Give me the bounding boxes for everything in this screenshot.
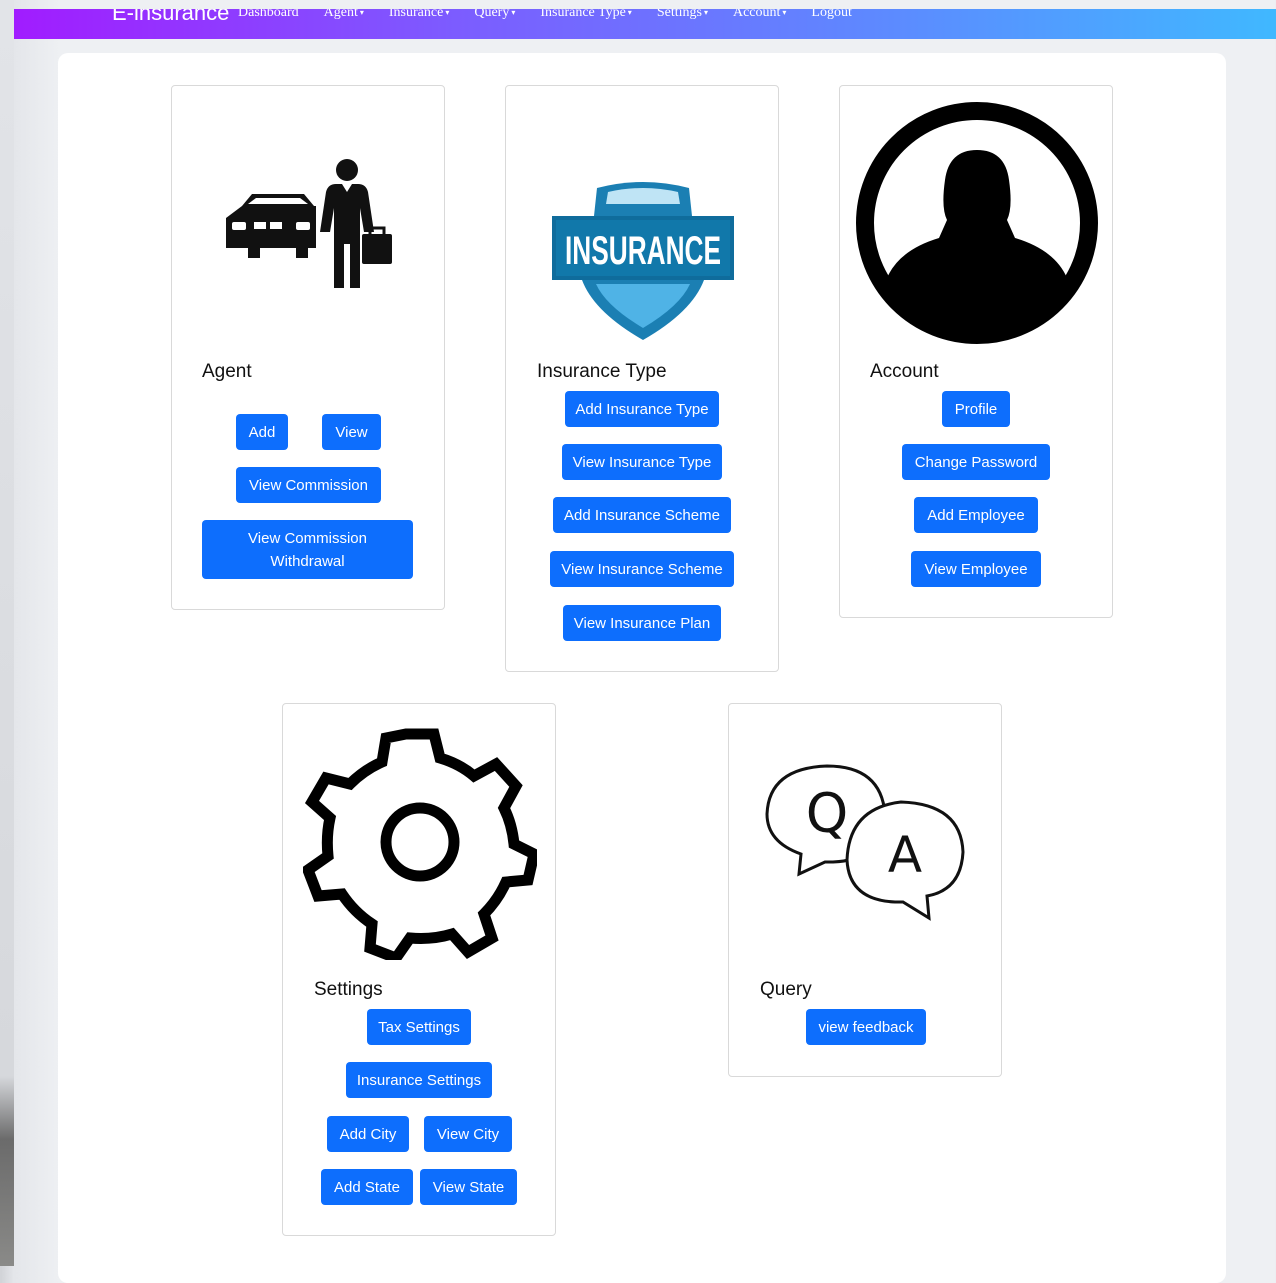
nav-query[interactable]: Query ▾: [474, 9, 515, 23]
view-commission-withdrawal-line1: View Commission: [248, 529, 367, 547]
user-avatar-icon: [856, 102, 1098, 344]
brand-logo[interactable]: E-insurance: [112, 9, 229, 26]
nav-account[interactable]: Account ▾: [733, 9, 786, 23]
nav-logout[interactable]: Logout: [811, 9, 851, 23]
add-insurance-type-button[interactable]: Add Insurance Type: [565, 391, 719, 427]
chevron-down-icon: ▾: [359, 9, 364, 17]
nav-settings[interactable]: Settings ▾: [657, 9, 708, 23]
settings-card: Settings Tax Settings Insurance Settings…: [282, 703, 556, 1236]
insurance-type-title: Insurance Type: [537, 361, 667, 382]
top-navbar: E-insurance Dashboard Agent ▾ Insurance ▾ …: [14, 9, 1276, 39]
insurance-logo-text: INSURANCE: [565, 229, 721, 273]
chevron-down-icon: ▾: [445, 9, 450, 17]
view-feedback-button[interactable]: view feedback: [806, 1009, 926, 1045]
chevron-down-icon: ▾: [703, 9, 708, 17]
view-insurance-type-button[interactable]: View Insurance Type: [562, 444, 722, 480]
account-card: Account Profile Change Password Add Empl…: [839, 85, 1113, 618]
settings-title: Settings: [314, 979, 383, 1000]
nav-insurance-type[interactable]: Insurance Type ▾: [540, 9, 631, 23]
profile-button[interactable]: Profile: [942, 391, 1010, 427]
view-insurance-plan-button[interactable]: View Insurance Plan: [563, 605, 721, 641]
agent-view-button[interactable]: View: [322, 414, 381, 450]
view-city-button[interactable]: View City: [424, 1116, 512, 1152]
agent-add-button[interactable]: Add: [236, 414, 288, 450]
insurance-shield-icon: INSURANCE: [552, 182, 734, 340]
nav-agent[interactable]: Agent ▾: [324, 9, 364, 23]
bubble-q-letter: Q: [806, 782, 849, 845]
chevron-down-icon: ▾: [511, 9, 516, 17]
gear-icon: [303, 728, 537, 960]
bubble-a-letter: A: [888, 826, 922, 884]
account-title: Account: [870, 361, 939, 382]
view-commission-withdrawal-button[interactable]: View Commission Withdrawal: [202, 520, 413, 579]
chevron-down-icon: ▾: [627, 9, 632, 17]
insurance-settings-button[interactable]: Insurance Settings: [346, 1062, 492, 1098]
add-employee-button[interactable]: Add Employee: [914, 497, 1038, 533]
insurance-type-card: INSURANCE Insurance Type Add Insurance T…: [505, 85, 779, 672]
car-and-businessman-icon: [226, 159, 392, 288]
view-insurance-scheme-button[interactable]: View Insurance Scheme: [550, 551, 734, 587]
nav-insurance[interactable]: Insurance ▾: [389, 9, 449, 23]
agent-title: Agent: [202, 361, 252, 382]
view-commission-button[interactable]: View Commission: [236, 467, 381, 503]
view-state-button[interactable]: View State: [420, 1169, 517, 1205]
background-edge: [0, 0, 14, 1266]
query-card: Q A Query view feedback: [728, 703, 1002, 1077]
chevron-down-icon: ▾: [782, 9, 787, 17]
add-city-button[interactable]: Add City: [327, 1116, 409, 1152]
view-employee-button[interactable]: View Employee: [911, 551, 1041, 587]
query-title: Query: [760, 979, 812, 1000]
tax-settings-button[interactable]: Tax Settings: [367, 1009, 471, 1045]
nav-menu: Dashboard Agent ▾ Insurance ▾ Query ▾ Insur…: [238, 9, 877, 23]
change-password-button[interactable]: Change Password: [902, 444, 1050, 480]
add-insurance-scheme-button[interactable]: Add Insurance Scheme: [553, 497, 731, 533]
nav-dashboard[interactable]: Dashboard: [238, 9, 299, 23]
add-state-button[interactable]: Add State: [321, 1169, 413, 1205]
view-commission-withdrawal-line2: Withdrawal: [270, 552, 345, 570]
question-answer-bubbles-icon: Q A: [765, 764, 965, 921]
agent-card: Agent Add View View Commission View Comm…: [171, 85, 445, 610]
